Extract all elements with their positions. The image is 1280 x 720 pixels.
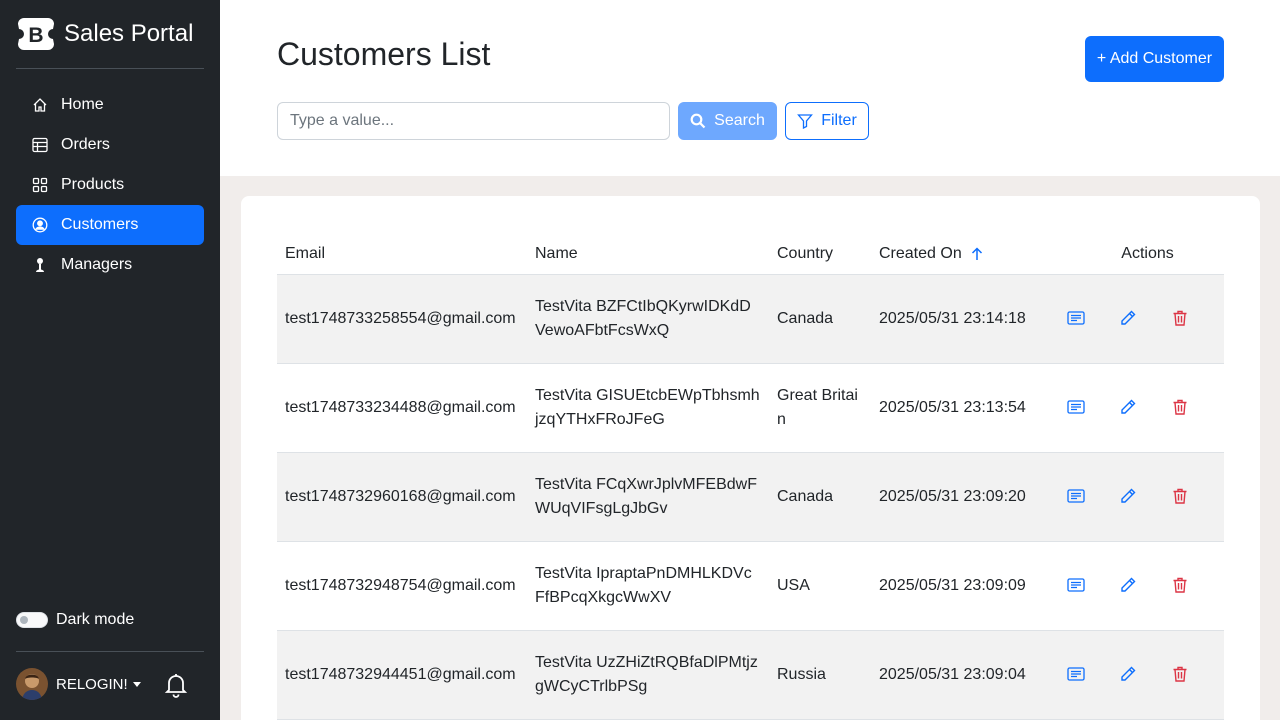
sidebar-item-orders[interactable]: Orders [16, 125, 204, 165]
cell-country: USA [769, 541, 871, 631]
dark-mode-label: Dark mode [56, 611, 135, 628]
table-header-row: Email Name Country Created On Actions [277, 234, 1224, 275]
details-icon[interactable] [1067, 398, 1085, 416]
house-icon [32, 97, 48, 113]
search-icon [690, 113, 706, 129]
delete-trash-icon[interactable] [1171, 576, 1189, 594]
column-header-country[interactable]: Country [769, 234, 871, 275]
sidebar-item-home[interactable]: Home [16, 85, 204, 125]
sidebar-item-customers[interactable]: Customers [16, 205, 204, 245]
cell-country: Russia [769, 630, 871, 720]
column-header-label: Created On [879, 244, 962, 262]
manager-icon [32, 257, 48, 273]
edit-pencil-icon[interactable] [1119, 576, 1137, 594]
column-header-name[interactable]: Name [527, 234, 769, 275]
add-customer-button[interactable]: + Add Customer [1085, 36, 1224, 82]
brand[interactable]: B Sales Portal [16, 17, 193, 51]
delete-trash-icon[interactable] [1171, 398, 1189, 416]
cell-created-on: 2025/05/31 23:14:18 [871, 274, 1039, 364]
cell-name: TestVita BZFCtIbQKyrwIDKdDVewoAFbtFcsWxQ [527, 274, 769, 364]
cell-actions [1039, 363, 1224, 453]
cell-email: test1748732948754@gmail.com [277, 541, 527, 631]
details-icon[interactable] [1067, 576, 1085, 594]
cell-created-on: 2025/05/31 23:13:54 [871, 363, 1039, 453]
cell-created-on: 2025/05/31 23:09:20 [871, 452, 1039, 542]
search-button-label: Search [714, 112, 765, 129]
delete-trash-icon[interactable] [1171, 309, 1189, 327]
sidebar-item-products[interactable]: Products [16, 165, 204, 205]
search-button[interactable]: Search [678, 102, 777, 140]
column-header-created-on[interactable]: Created On [871, 234, 1039, 275]
cell-email: test1748732960168@gmail.com [277, 452, 527, 542]
bootstrap-logo-icon: B [18, 18, 54, 50]
dark-mode-switch[interactable]: Dark mode [16, 611, 134, 629]
sidebar: B Sales Portal Home Orders Products Cust… [0, 0, 220, 720]
sidebar-item-label: Home [61, 96, 104, 113]
bell-icon[interactable] [164, 672, 188, 698]
table-row: test1748732948754@gmail.com TestVita Ipra… [277, 541, 1224, 631]
details-icon[interactable] [1067, 487, 1085, 505]
cell-email: test1748733234488@gmail.com [277, 363, 527, 453]
cell-actions [1039, 541, 1224, 631]
page-title: Customers List [277, 36, 491, 72]
cell-name: TestVita UzZHiZtRQBfaDlPMtjzgWCyCTrlbPSg [527, 630, 769, 720]
customers-table-card: Email Name Country Created On Actions te… [241, 196, 1260, 720]
sidebar-nav: Home Orders Products Customers Managers [16, 85, 204, 285]
user-name: RELOGIN! [56, 675, 128, 693]
cell-country: Canada [769, 274, 871, 364]
cell-country: Great Britain [769, 363, 871, 453]
search-input[interactable] [277, 102, 670, 140]
divider [16, 68, 204, 69]
sort-arrow-up-icon [970, 246, 984, 261]
user-menu[interactable]: RELOGIN! [16, 668, 141, 700]
edit-pencil-icon[interactable] [1119, 309, 1137, 327]
cell-email: test1748732944451@gmail.com [277, 630, 527, 720]
cell-name: TestVita IpraptaPnDMHLKDVcFfBPcqXkgcWwXV [527, 541, 769, 631]
dark-mode-toggle[interactable] [16, 612, 48, 628]
app-name: Sales Portal [64, 20, 194, 47]
details-icon[interactable] [1067, 665, 1085, 683]
table-row: test1748732944451@gmail.com TestVita UzZH… [277, 630, 1224, 720]
sidebar-item-label: Orders [61, 136, 110, 153]
cell-actions [1039, 274, 1224, 364]
edit-pencil-icon[interactable] [1119, 398, 1137, 416]
cell-actions [1039, 452, 1224, 542]
details-icon[interactable] [1067, 309, 1085, 327]
sidebar-item-label: Customers [61, 216, 139, 233]
delete-trash-icon[interactable] [1171, 665, 1189, 683]
cell-actions [1039, 630, 1224, 720]
edit-pencil-icon[interactable] [1119, 665, 1137, 683]
cell-country: Canada [769, 452, 871, 542]
person-circle-icon [32, 217, 48, 233]
funnel-icon [797, 113, 814, 129]
edit-pencil-icon[interactable] [1119, 487, 1137, 505]
table-row: test1748733258554@gmail.com TestVita BZFC… [277, 274, 1224, 364]
cell-name: TestVita GISUEtcbEWpTbhsmhjzqYTHxFRoJFeG [527, 363, 769, 453]
cell-email: test1748733258554@gmail.com [277, 274, 527, 364]
customers-table: Email Name Country Created On Actions te… [277, 234, 1224, 720]
table-row: test1748733234488@gmail.com TestVita GISU… [277, 363, 1224, 453]
cell-created-on: 2025/05/31 23:09:09 [871, 541, 1039, 631]
column-header-actions: Actions [1039, 234, 1224, 275]
avatar [16, 668, 48, 700]
sidebar-item-label: Managers [61, 256, 133, 273]
caret-down-icon [132, 681, 141, 687]
page-header: Customers List + Add Customer Search Fil… [220, 0, 1280, 176]
filter-button-label: Filter [821, 112, 857, 129]
cell-name: TestVita FCqXwrJplvMFEBdwFWUqVIFsgLgJbGv [527, 452, 769, 542]
sidebar-item-label: Products [61, 176, 125, 193]
column-header-email[interactable]: Email [277, 234, 527, 275]
table-row: test1748732960168@gmail.com TestVita FCqX… [277, 452, 1224, 542]
sidebar-item-managers[interactable]: Managers [16, 245, 204, 285]
filter-button[interactable]: Filter [785, 102, 869, 140]
cell-created-on: 2025/05/31 23:09:04 [871, 630, 1039, 720]
divider [16, 651, 204, 652]
table-icon [32, 137, 48, 153]
grid-icon [32, 177, 48, 193]
svg-text:B: B [28, 24, 43, 47]
delete-trash-icon[interactable] [1171, 487, 1189, 505]
